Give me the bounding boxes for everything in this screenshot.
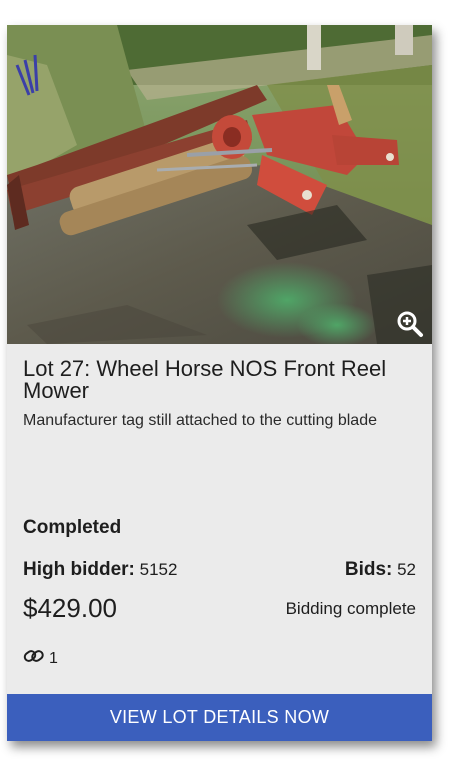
mower-photo-image — [7, 25, 432, 344]
high-bidder: High bidder: 5152 — [23, 559, 177, 581]
zoom-in-icon[interactable] — [396, 310, 424, 338]
link-icon — [23, 648, 45, 669]
lot-card: Lot 27: Wheel Horse NOS Front Reel Mower… — [7, 25, 432, 741]
bids-value: 52 — [397, 560, 416, 579]
lot-price: $429.00 — [23, 593, 117, 623]
lot-title: Lot 27: Wheel Horse NOS Front Reel Mower — [23, 356, 387, 403]
bids-label: Bids: — [344, 559, 393, 580]
bids-count: Bids: 52 — [345, 559, 416, 581]
link-count: 1 — [49, 649, 58, 667]
high-bidder-value: 5152 — [139, 560, 178, 579]
lot-status: Completed — [23, 517, 122, 538]
bidding-status: Bidding complete — [285, 598, 416, 618]
lot-content: Lot 27: Wheel Horse NOS Front Reel Mower… — [7, 344, 432, 432]
view-lot-details-button[interactable]: VIEW LOT DETAILS NOW — [7, 694, 432, 741]
bid-info-row: High bidder: 5152 Bids: 52 — [23, 559, 416, 581]
price-row: $429.00 Bidding complete — [23, 593, 416, 624]
lot-description: Manufacturer tag still attached to the c… — [23, 412, 377, 429]
lot-photo[interactable] — [7, 25, 432, 344]
links-indicator[interactable]: 1 — [23, 648, 58, 669]
high-bidder-label: High bidder: — [23, 559, 135, 580]
